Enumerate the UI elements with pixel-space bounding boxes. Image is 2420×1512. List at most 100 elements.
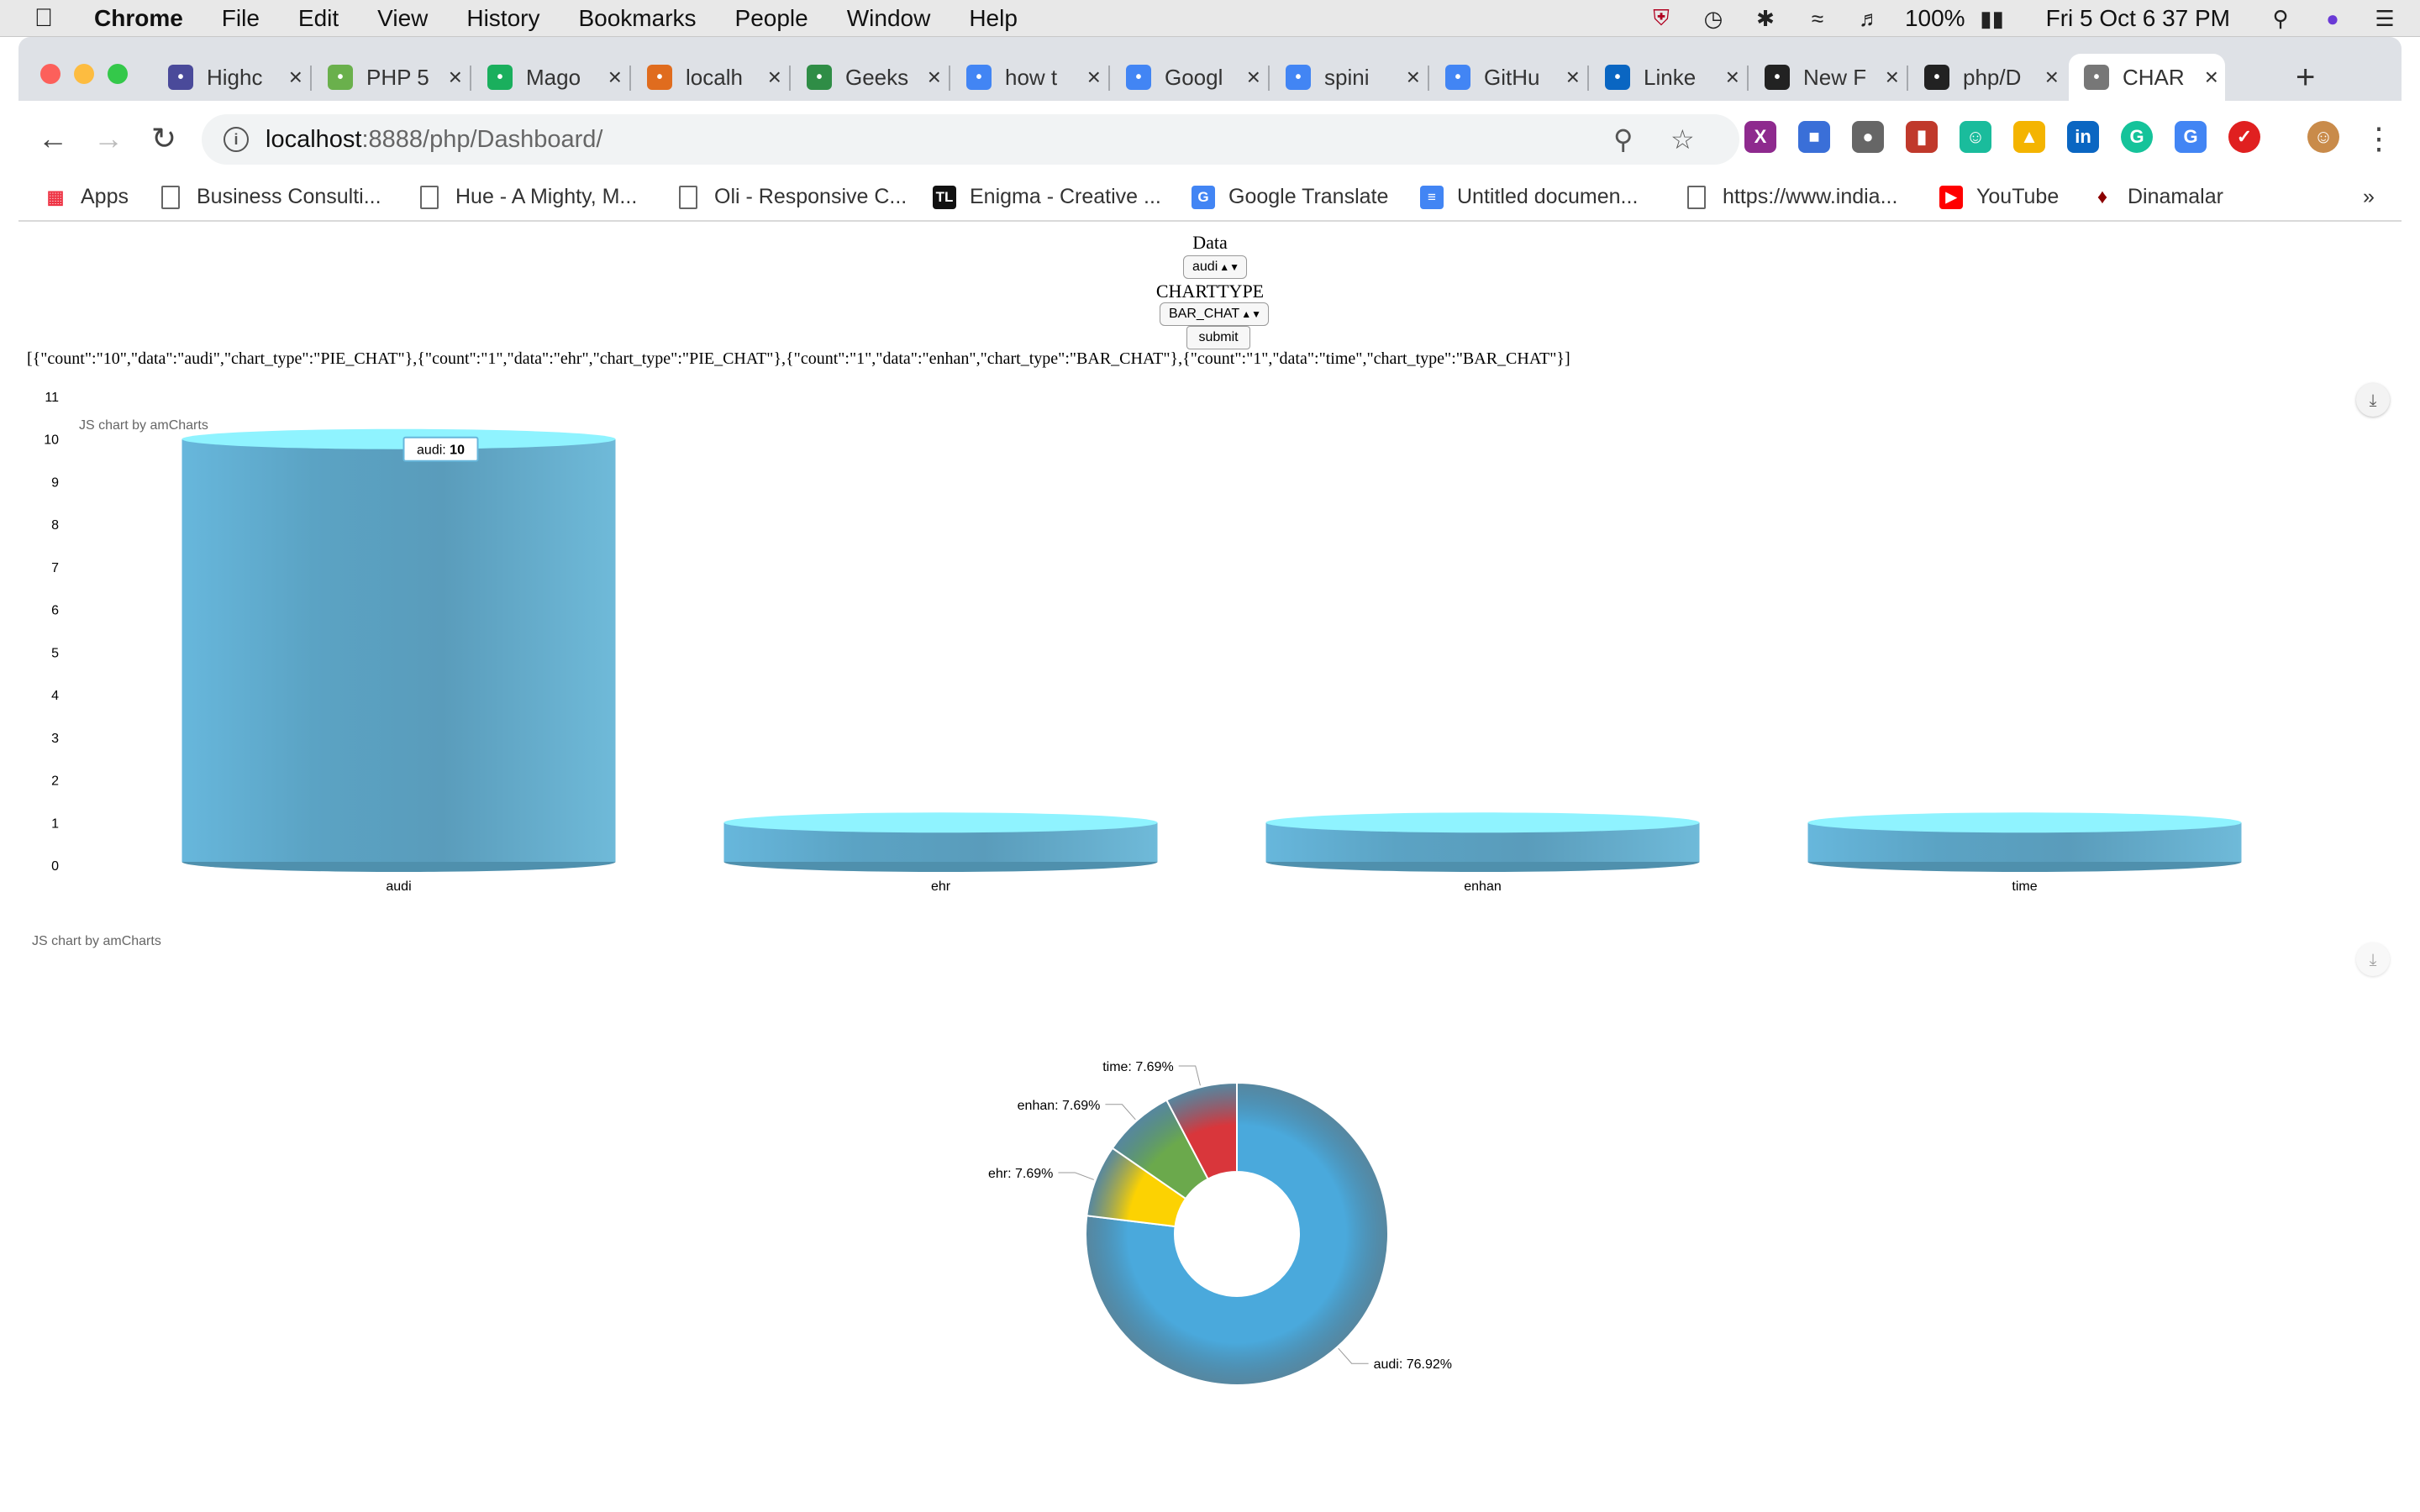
- back-arrow-icon[interactable]: ←: [32, 118, 74, 160]
- tab-3[interactable]: • localh ×: [632, 54, 788, 101]
- zoom-window-button[interactable]: [108, 64, 128, 84]
- siri-icon[interactable]: ●: [2316, 5, 2349, 32]
- mcafee-shield-icon[interactable]: ⛨: [1644, 5, 1678, 32]
- menu-people[interactable]: People: [735, 5, 808, 32]
- tab-title: PHP 5: [366, 64, 429, 90]
- extension-x-icon[interactable]: X: [1744, 121, 1776, 153]
- tab-close-icon[interactable]: ×: [1566, 64, 1580, 91]
- google-docs-icon: •: [1445, 65, 1470, 90]
- tab-5[interactable]: • how t ×: [951, 54, 1107, 101]
- apple-logo-icon[interactable]: : [18, 4, 69, 33]
- tab-separator: [629, 66, 631, 91]
- tab-6[interactable]: • Googl ×: [1111, 54, 1267, 101]
- data-select[interactable]: audi ▲▼: [1183, 255, 1247, 279]
- bookmark-dinamalar[interactable]: ♦ Dinamalar: [2091, 185, 2223, 209]
- tab-12[interactable]: • CHAR ×: [2069, 54, 2225, 101]
- menu-bookmarks[interactable]: Bookmarks: [578, 5, 696, 32]
- menu-view[interactable]: View: [377, 5, 428, 32]
- bar-chart: 0 1 2 3 4 5 6 7 8 9 10 11 audi ehr enhan time audi: 10: [44, 391, 2242, 894]
- bookmark-youtube[interactable]: ▶ YouTube: [1939, 185, 2059, 209]
- notification-center-icon[interactable]: ☰: [2368, 5, 2402, 32]
- tab-close-icon[interactable]: ×: [1247, 64, 1260, 91]
- chrome-menu-icon[interactable]: ⋮: [2358, 118, 2400, 160]
- tab-8[interactable]: • GitHu ×: [1430, 54, 1586, 101]
- tab-11[interactable]: • php/D ×: [1909, 54, 2065, 101]
- profile-avatar[interactable]: ☺: [2307, 121, 2339, 153]
- forward-arrow-icon[interactable]: →: [87, 118, 129, 160]
- adblock-icon[interactable]: ✓: [2228, 121, 2260, 153]
- menu-help[interactable]: Help: [969, 5, 1018, 32]
- tab-10[interactable]: • New F ×: [1749, 54, 1906, 101]
- time-machine-icon[interactable]: ◷: [1697, 5, 1730, 32]
- apps-grid-icon: ▦: [44, 185, 67, 209]
- clock[interactable]: Fri 5 Oct 6 37 PM: [2046, 5, 2230, 32]
- github-icon: •: [1765, 65, 1790, 90]
- address-bar[interactable]: i localhost:8888/php/Dashboard/ ⚲ ☆: [202, 114, 1739, 165]
- tab-0[interactable]: • Highc ×: [153, 54, 309, 101]
- tab-2[interactable]: • Mago ×: [472, 54, 629, 101]
- bookmarks-overflow-chevron-icon[interactable]: »: [2363, 185, 2375, 209]
- menu-file[interactable]: File: [222, 5, 260, 32]
- new-tab-button[interactable]: +: [2296, 59, 2315, 97]
- bookmark-india[interactable]: https://www.india...: [1687, 185, 1897, 209]
- bookmark-oli[interactable]: Oli - Responsive C...: [679, 185, 907, 209]
- zoom-magnifier-icon[interactable]: ⚲: [1613, 123, 1633, 155]
- tab-close-icon[interactable]: ×: [2205, 64, 2218, 91]
- tab-title: New F: [1803, 64, 1867, 90]
- extension-face-icon[interactable]: ☺: [1960, 121, 1991, 153]
- battery-icon[interactable]: ▮▮: [1972, 5, 2012, 32]
- extension-book-icon[interactable]: ▮: [1906, 121, 1938, 153]
- tab-close-icon[interactable]: ×: [1886, 64, 1899, 91]
- bluetooth-icon[interactable]: ✱: [1749, 5, 1782, 32]
- tab-4[interactable]: • Geeks ×: [792, 54, 948, 101]
- menu-edit[interactable]: Edit: [298, 5, 339, 32]
- extension-box-icon[interactable]: ■: [1798, 121, 1830, 153]
- tab-strip: • Highc × • PHP 5 × • Mago × • localh × • Geeks × • how …: [18, 37, 2402, 101]
- volume-icon[interactable]: ♬: [1853, 5, 1886, 32]
- tab-close-icon[interactable]: ×: [928, 64, 941, 91]
- battery-percent[interactable]: 100%: [1905, 5, 1965, 32]
- menu-app-name[interactable]: Chrome: [94, 5, 183, 32]
- bookmark-google-translate[interactable]: G Google Translate: [1192, 185, 1388, 209]
- bookmark-enigma[interactable]: TL Enigma - Creative ...: [933, 185, 1161, 209]
- tab-close-icon[interactable]: ×: [1726, 64, 1739, 91]
- linkedin-extension-icon[interactable]: in: [2067, 121, 2099, 153]
- bookmark-star-icon[interactable]: ☆: [1670, 123, 1695, 155]
- site-info-icon[interactable]: i: [224, 127, 249, 152]
- pie-chart-export-download-icon[interactable]: ⤓: [2356, 942, 2390, 976]
- tab-close-icon[interactable]: ×: [2045, 64, 2059, 91]
- charttype-select[interactable]: BAR_CHAT ▲▼: [1160, 302, 1269, 326]
- tab-close-icon[interactable]: ×: [768, 64, 781, 91]
- grammarly-icon[interactable]: G: [2121, 121, 2153, 153]
- bookmark-label: Google Translate: [1228, 185, 1389, 208]
- tab-1[interactable]: • PHP 5 ×: [313, 54, 469, 101]
- bookmark-apps[interactable]: ▦ Apps: [44, 185, 129, 209]
- amcharts-credit-pie[interactable]: JS chart by amCharts: [32, 934, 161, 949]
- menu-history[interactable]: History: [466, 5, 539, 32]
- page-icon: [1687, 185, 1706, 209]
- google-drive-icon[interactable]: ▲: [2013, 121, 2045, 153]
- phpmyadmin-icon: •: [647, 65, 672, 90]
- bookmark-business-consulting[interactable]: Business Consulti...: [161, 185, 381, 209]
- wifi-icon[interactable]: ≈: [1801, 5, 1834, 32]
- bookmark-hue[interactable]: Hue - A Mighty, M...: [420, 185, 637, 209]
- tab-7[interactable]: • spini ×: [1270, 54, 1427, 101]
- tab-close-icon[interactable]: ×: [1407, 64, 1420, 91]
- tab-close-icon[interactable]: ×: [449, 64, 462, 91]
- tab-9[interactable]: • Linke ×: [1590, 54, 1746, 101]
- x-axis-category-label: time: [2012, 879, 2037, 894]
- google-translate-extension-icon[interactable]: G: [2175, 121, 2207, 153]
- extension-chat-icon[interactable]: ●: [1852, 121, 1884, 153]
- close-window-button[interactable]: [40, 64, 60, 84]
- tab-close-icon[interactable]: ×: [289, 64, 302, 91]
- spotlight-search-icon[interactable]: ⚲: [2264, 5, 2297, 32]
- check-icon: •: [487, 65, 513, 90]
- minimize-window-button[interactable]: [74, 64, 94, 84]
- tab-close-icon[interactable]: ×: [1087, 64, 1101, 91]
- bookmark-untitled-document[interactable]: ≡ Untitled documen...: [1420, 185, 1638, 209]
- tab-close-icon[interactable]: ×: [608, 64, 622, 91]
- reload-icon[interactable]: ↻: [143, 118, 185, 160]
- y-axis-tick-label: 0: [51, 859, 59, 874]
- submit-button[interactable]: submit: [1186, 326, 1250, 349]
- menu-window[interactable]: Window: [847, 5, 931, 32]
